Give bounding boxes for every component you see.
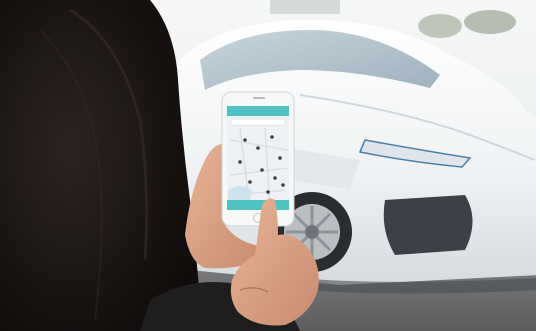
app-bottom-bar — [227, 200, 289, 210]
photo-right-edge — [536, 0, 540, 331]
car-front-grille — [383, 195, 473, 255]
photo-scene — [0, 0, 540, 331]
app-search-field — [230, 118, 286, 126]
app-header-bar — [227, 106, 289, 116]
smartphone — [221, 91, 295, 227]
